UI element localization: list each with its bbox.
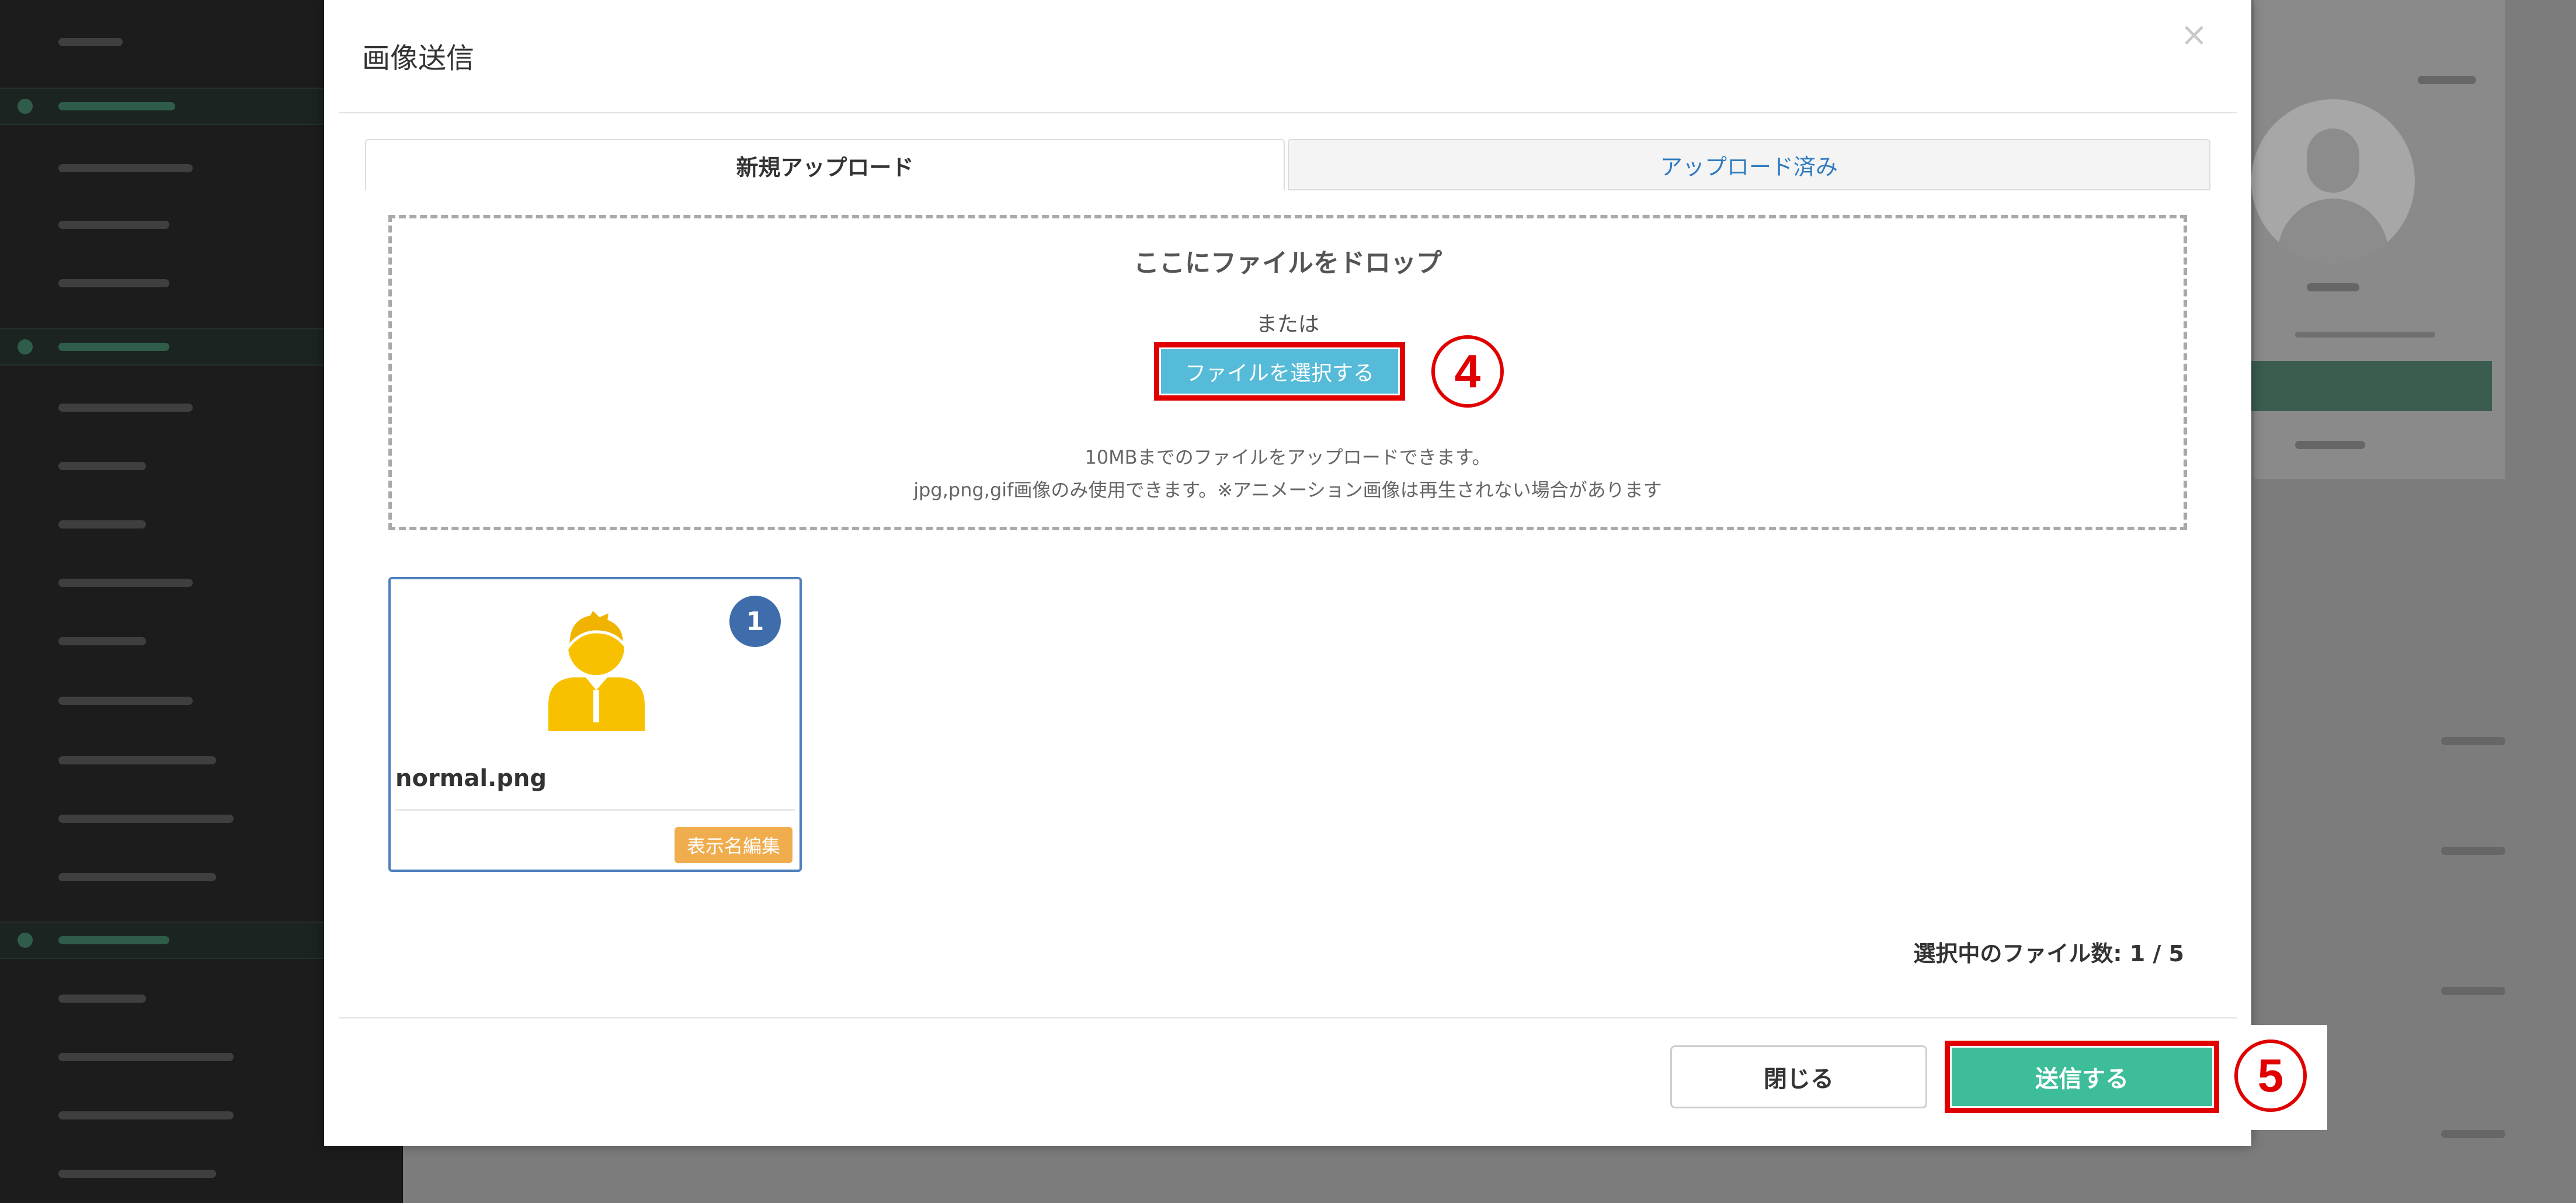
- file-name: normal.png: [395, 765, 547, 792]
- dropzone-title: ここにファイルをドロップ: [1134, 248, 1442, 278]
- background-text: [2307, 283, 2359, 291]
- send-button[interactable]: 送信する: [1945, 1041, 2219, 1113]
- edit-display-name-button[interactable]: 表示名編集: [675, 827, 792, 863]
- dropzone-format-note: jpg,png,gif画像のみ使用できます。※アニメーション画像は再生されない場…: [913, 479, 1662, 501]
- dropzone-or-text: または: [1256, 312, 1319, 336]
- modal-title: 画像送信: [362, 42, 475, 75]
- sidebar-item: [58, 624, 310, 659]
- background-text: [2441, 1130, 2505, 1138]
- background-button: [2251, 361, 2492, 411]
- sidebar-item: [58, 507, 310, 542]
- header-divider: [339, 112, 2237, 113]
- sidebar-item: [58, 1156, 310, 1191]
- file-dropzone[interactable]: ここにファイルをドロップ または ファイルを選択する 4 10MBまでのファイル…: [388, 215, 2187, 530]
- tab-uploaded[interactable]: アップロード済み: [1288, 139, 2210, 190]
- background-avatar: [2251, 99, 2415, 263]
- step-5-annotation: 5: [2234, 1039, 2307, 1112]
- background-text: [2441, 847, 2505, 855]
- tab-new-upload[interactable]: 新規アップロード: [365, 139, 1285, 190]
- sidebar-item: [58, 266, 310, 301]
- user-avatar-icon: [548, 609, 645, 731]
- sidebar-item: [58, 25, 310, 60]
- sidebar-item: [58, 207, 310, 242]
- card-divider: [395, 809, 795, 811]
- file-card[interactable]: 1 normal.png 表示名編集: [388, 577, 802, 872]
- background-text: [2418, 76, 2476, 84]
- close-icon[interactable]: ×: [2177, 18, 2212, 53]
- sidebar-item: [58, 1098, 310, 1133]
- background-text: [2295, 441, 2365, 449]
- sidebar-item: [58, 860, 310, 895]
- sidebar-item: [58, 801, 310, 836]
- send-button-label: 送信する: [1952, 1048, 2212, 1106]
- step-4-annotation: 4: [1431, 335, 1504, 408]
- background-text: [2295, 332, 2435, 338]
- file-order-badge: 1: [729, 596, 781, 647]
- sidebar-item: [58, 1039, 310, 1075]
- sidebar-item: [58, 565, 310, 600]
- sidebar-item: [58, 448, 310, 484]
- dropzone-size-note: 10MBまでのファイルをアップロードできます。: [1084, 446, 1491, 468]
- select-file-button[interactable]: ファイルを選択する: [1154, 342, 1405, 401]
- background-text: [2441, 737, 2505, 745]
- sidebar-item: [58, 683, 310, 718]
- close-button[interactable]: 閉じる: [1670, 1045, 1927, 1108]
- image-send-modal: 画像送信 × 新規アップロード アップロード済み ここにファイルをドロップ また…: [324, 0, 2251, 1146]
- sidebar-item: [58, 743, 310, 778]
- background-text: [2441, 987, 2505, 995]
- selected-file-count: 選択中のファイル数: 1 / 5: [1913, 941, 2184, 966]
- sidebar-item: [58, 981, 310, 1016]
- sidebar-item: [58, 390, 310, 425]
- footer-divider: [339, 1017, 2237, 1018]
- select-file-button-label: ファイルを選択する: [1161, 349, 1398, 394]
- sidebar-item: [58, 151, 310, 186]
